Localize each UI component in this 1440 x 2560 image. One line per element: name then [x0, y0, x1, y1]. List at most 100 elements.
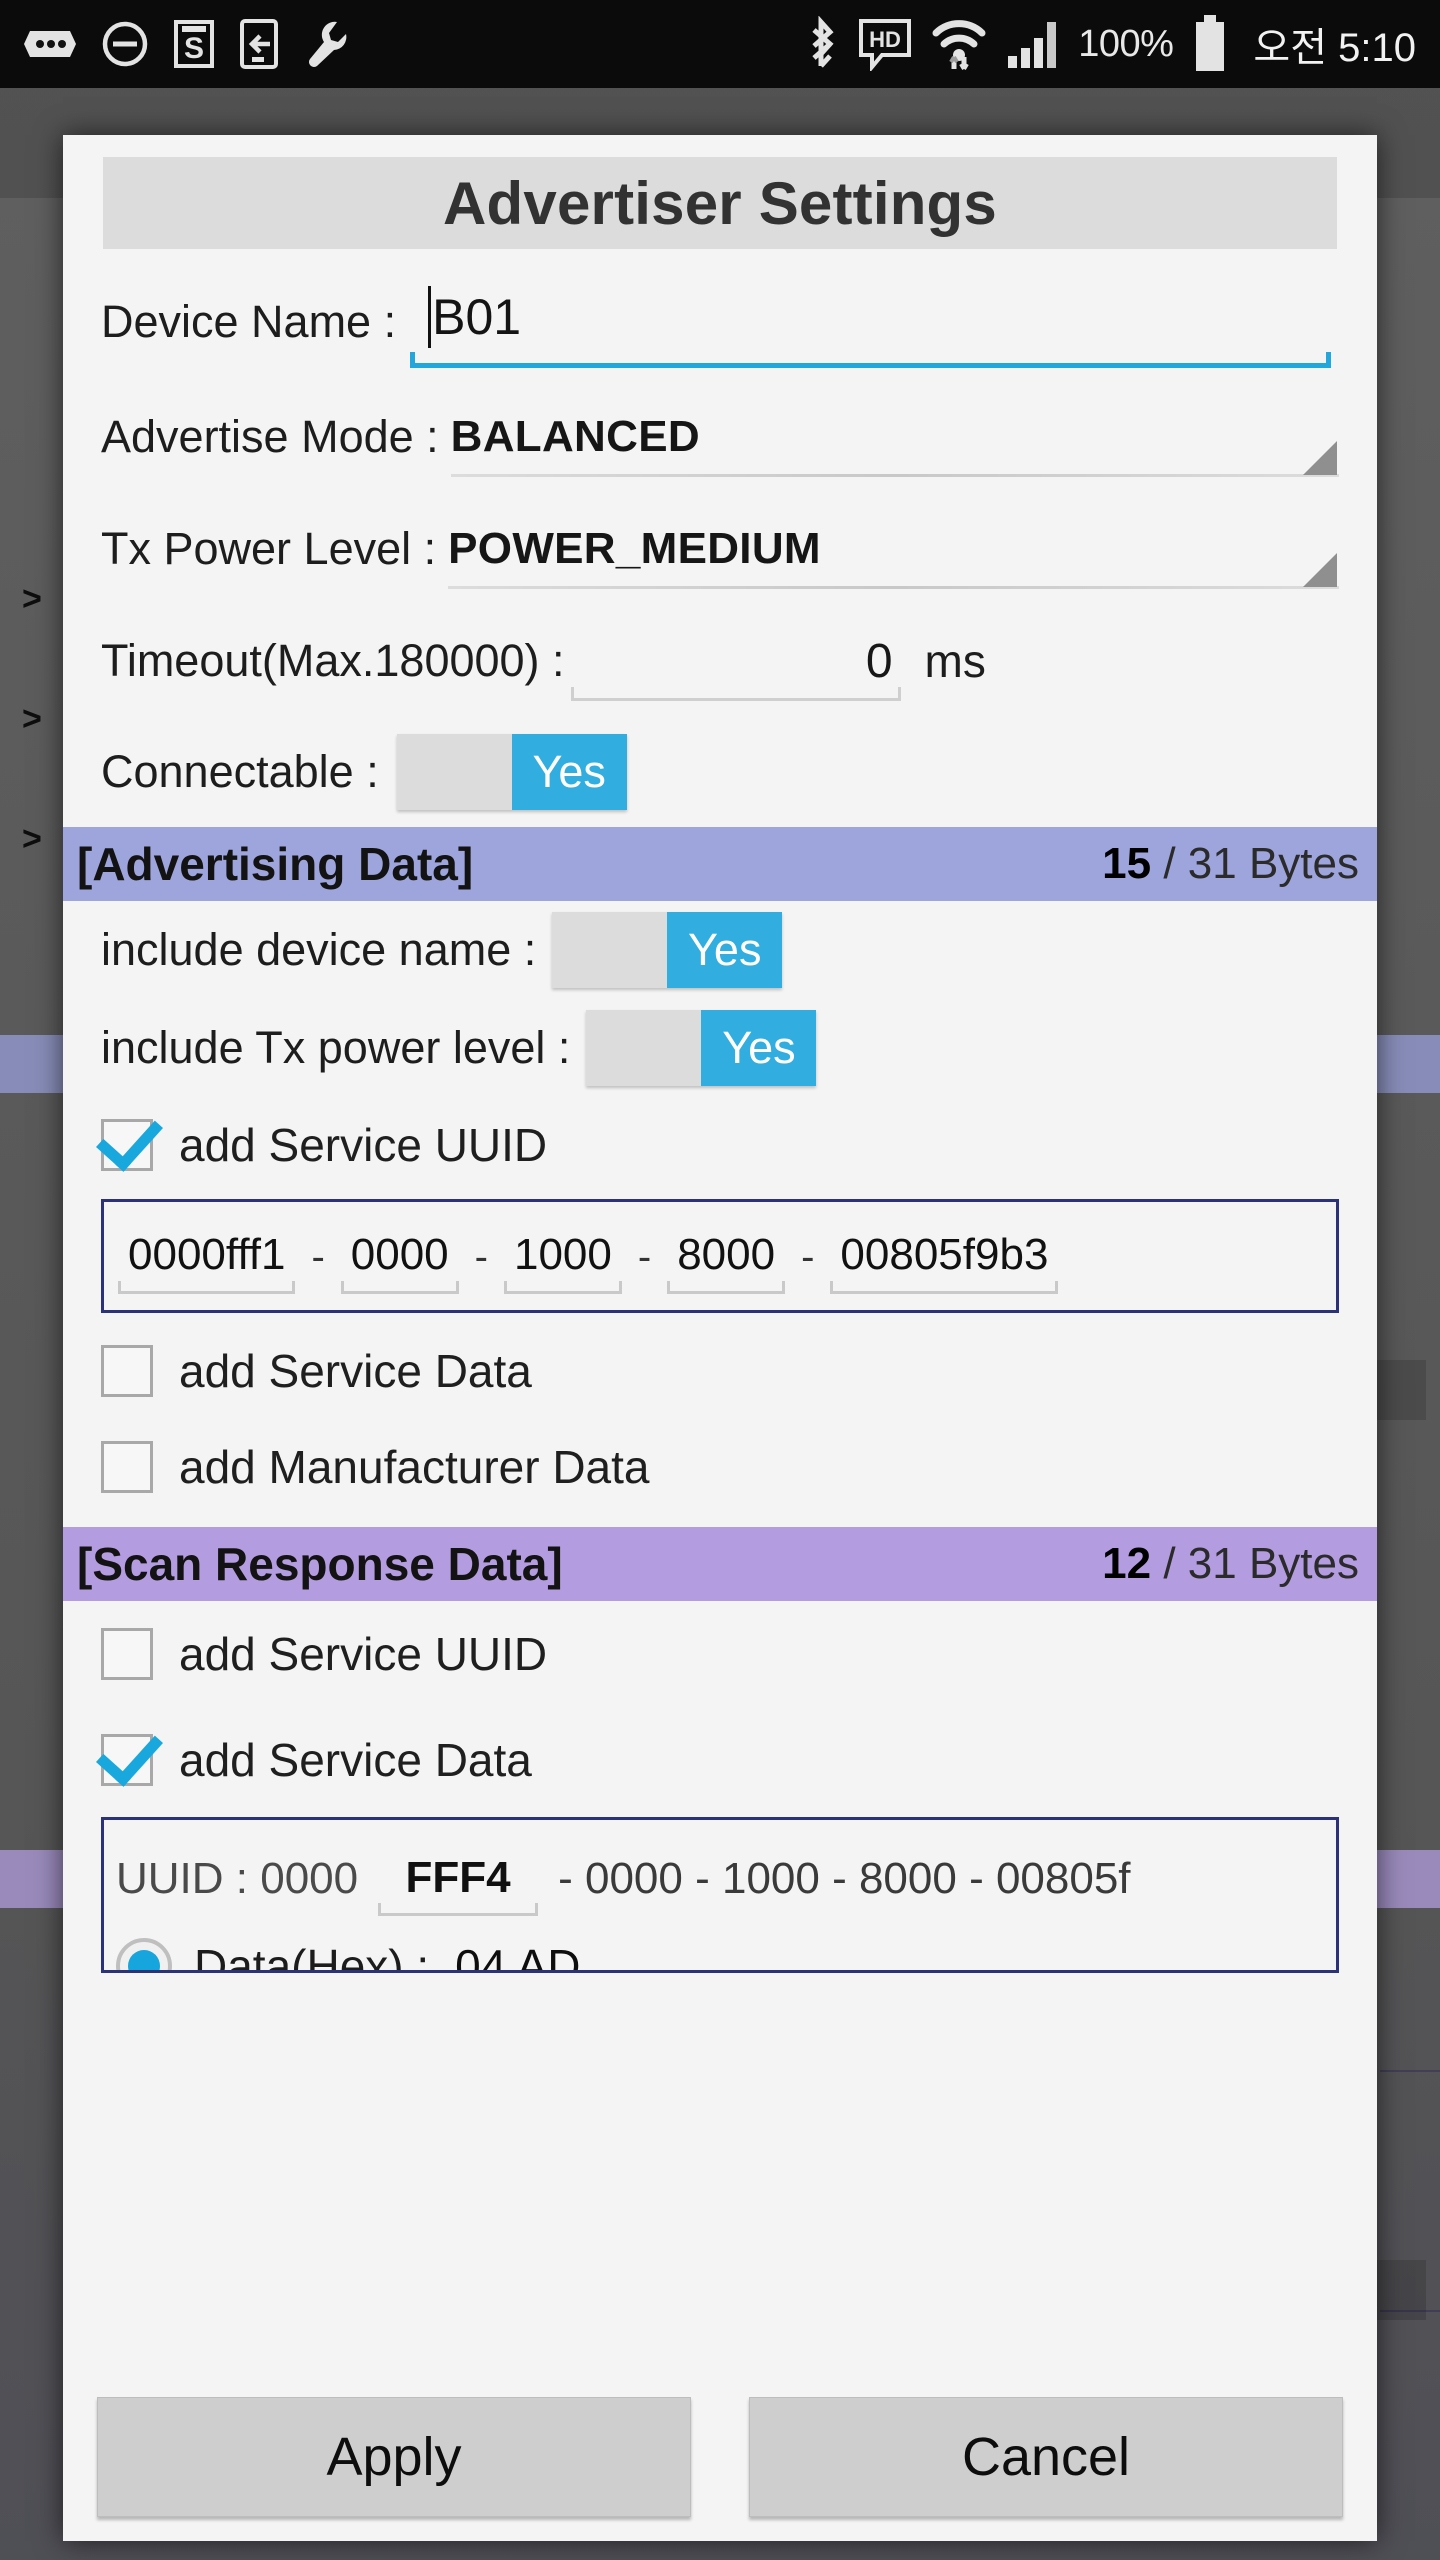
include-device-name-toggle[interactable]: Yes	[552, 912, 783, 988]
sr-uuid-suffix: - 0000 - 1000 - 8000 - 00805f	[558, 1854, 1131, 1903]
advertising-data-bytes-total: / 31 Bytes	[1163, 839, 1359, 888]
scan-response-data-bytes-used: 12	[1102, 1539, 1152, 1588]
page-title: Advertiser Settings	[443, 169, 997, 237]
include-tx-power-level-row: include Tx power level : Yes	[63, 999, 1377, 1097]
svg-text:S: S	[184, 32, 204, 65]
dialog-body: Advertiser Settings Device Name : B01 Ad…	[63, 135, 1377, 2389]
chevron-down-icon	[1303, 553, 1337, 587]
adv-add-service-data-label: add Service Data	[179, 1345, 532, 1397]
device-name-label: Device Name :	[101, 296, 397, 347]
sr-add-service-uuid-label: add Service UUID	[179, 1628, 548, 1680]
adv-uuid-segment-4-value: 00805f9b3	[840, 1230, 1049, 1279]
sr-uuid-line: UUID : 0000 FFF4 - 0000 - 1000 - 8000 - …	[116, 1840, 1324, 1916]
timeout-unit-label: ms	[924, 635, 986, 687]
include-device-name-label: include device name :	[101, 924, 537, 975]
battery-percent-label: 100%	[1078, 22, 1174, 65]
apply-button[interactable]: Apply	[97, 2397, 691, 2517]
include-tx-power-level-toggle[interactable]: Yes	[586, 1010, 817, 1086]
chevron-down-icon	[1303, 441, 1337, 475]
sr-uuid-prefix: UUID : 0000	[116, 1854, 359, 1903]
background-block-2	[1376, 2260, 1426, 2320]
background-row-1: >	[22, 700, 42, 738]
advertising-data-header: [Advertising Data] 15 / 31 Bytes	[63, 827, 1377, 901]
sr-data-hex-radio[interactable]	[116, 1938, 172, 1970]
device-name-value: B01	[432, 289, 522, 345]
more-dots-icon	[24, 31, 76, 57]
background-divider-1	[1380, 2070, 1440, 2072]
adv-service-uuid-line: 0000fff1 - 0000 - 1000 - 8000 - 00805f9b…	[114, 1216, 1326, 1294]
status-bar-clock: 오전 5:10	[1253, 26, 1416, 70]
app-exit-icon	[240, 19, 278, 69]
cancel-button[interactable]: Cancel	[749, 2397, 1343, 2517]
sr-add-service-data-checkbox[interactable]	[101, 1734, 153, 1786]
advertise-mode-label: Advertise Mode :	[101, 411, 439, 462]
scan-response-data-header: [Scan Response Data] 12 / 31 Bytes	[63, 1527, 1377, 1601]
segment-underline	[503, 1281, 622, 1294]
sr-service-data-box: UUID : 0000 FFF4 - 0000 - 1000 - 8000 - …	[101, 1817, 1339, 1973]
adv-add-service-uuid-checkbox[interactable]	[101, 1119, 153, 1171]
tx-power-level-row: Tx Power Level : POWER_MEDIUM	[63, 493, 1377, 605]
connectable-toggle[interactable]: Yes	[396, 734, 627, 810]
sr-add-service-data-label: add Service Data	[179, 1734, 532, 1786]
sr-data-hex-row[interactable]: Data(Hex) : 04 AD	[116, 1938, 1324, 1973]
adv-uuid-segment-0[interactable]: 0000fff1	[114, 1216, 299, 1294]
connectable-label: Connectable :	[101, 746, 379, 797]
include-tx-power-level-toggle-on[interactable]: Yes	[701, 1010, 817, 1086]
include-tx-power-level-label: include Tx power level :	[101, 1022, 571, 1073]
sr-add-service-data-row[interactable]: add Service Data	[63, 1707, 1377, 1813]
device-name-input[interactable]: B01	[410, 276, 1331, 368]
include-device-name-toggle-on[interactable]: Yes	[667, 912, 783, 988]
connectable-toggle-on[interactable]: Yes	[511, 734, 627, 810]
background-row-2: >	[22, 820, 42, 858]
sr-data-hex-label: Data(Hex) :	[194, 1940, 430, 1973]
spinner-underline	[450, 474, 1339, 477]
device-name-underline	[410, 352, 1331, 368]
timeout-underline	[570, 687, 901, 701]
battery-full-icon	[1196, 15, 1225, 71]
sr-add-service-uuid-row[interactable]: add Service UUID	[63, 1601, 1377, 1707]
adv-add-manufacturer-data-checkbox[interactable]	[101, 1441, 153, 1493]
status-bar-left-icons: S	[24, 19, 348, 69]
include-device-name-toggle-off[interactable]	[552, 912, 667, 988]
adv-uuid-segment-4[interactable]: 00805f9b3	[826, 1216, 1062, 1294]
do-not-disturb-icon	[102, 21, 148, 67]
adv-uuid-segment-2[interactable]: 1000	[500, 1216, 626, 1294]
timeout-value: 0	[865, 634, 893, 688]
adv-uuid-segment-2-value: 1000	[513, 1230, 612, 1279]
include-device-name-row: include device name : Yes	[63, 901, 1377, 999]
text-cursor	[428, 286, 432, 348]
connectable-toggle-off[interactable]	[397, 734, 512, 810]
bluetooth-icon	[812, 16, 834, 68]
status-bar: S HD 100% 오전 5:10	[0, 0, 1440, 88]
segment-underline	[118, 1281, 296, 1294]
dialog-title-bar: Advertiser Settings	[103, 157, 1337, 249]
spinner-underline	[448, 586, 1339, 589]
adv-uuid-segment-1-value: 0000	[350, 1230, 449, 1279]
wifi-icon	[932, 20, 986, 71]
sr-uuid-input[interactable]: FFF4	[374, 1840, 542, 1916]
svg-text:HD: HD	[869, 27, 901, 52]
uuid-separator: -	[801, 1235, 815, 1279]
segment-underline	[830, 1281, 1059, 1294]
adv-add-service-data-row[interactable]: add Service Data	[63, 1323, 1377, 1419]
background-block-1	[1376, 1360, 1426, 1420]
scan-response-data-title: [Scan Response Data]	[77, 1538, 563, 1590]
adv-uuid-segment-3[interactable]: 8000	[663, 1216, 789, 1294]
sr-add-service-uuid-checkbox[interactable]	[101, 1628, 153, 1680]
adv-add-service-uuid-row[interactable]: add Service UUID	[63, 1097, 1377, 1193]
adv-add-service-data-checkbox[interactable]	[101, 1345, 153, 1397]
adv-add-manufacturer-data-row[interactable]: add Manufacturer Data	[63, 1419, 1377, 1515]
tx-power-level-value: POWER_MEDIUM	[448, 524, 821, 573]
advertise-mode-spinner[interactable]: BALANCED	[450, 393, 1339, 481]
device-name-row: Device Name : B01	[63, 263, 1377, 381]
advertising-data-title: [Advertising Data]	[77, 838, 474, 890]
connectable-row: Connectable : Yes	[63, 717, 1377, 827]
tx-power-level-spinner[interactable]: POWER_MEDIUM	[448, 505, 1339, 593]
advertising-data-bytes-used: 15	[1102, 839, 1152, 888]
adv-uuid-segment-1[interactable]: 0000	[337, 1216, 463, 1294]
advertiser-settings-dialog: Advertiser Settings Device Name : B01 Ad…	[63, 135, 1377, 2541]
timeout-input[interactable]: 0	[570, 621, 901, 701]
include-tx-power-level-toggle-off[interactable]	[586, 1010, 701, 1086]
advertise-mode-row: Advertise Mode : BALANCED	[63, 381, 1377, 493]
scan-response-data-bytes: 12 / 31 Bytes	[1102, 1539, 1359, 1589]
